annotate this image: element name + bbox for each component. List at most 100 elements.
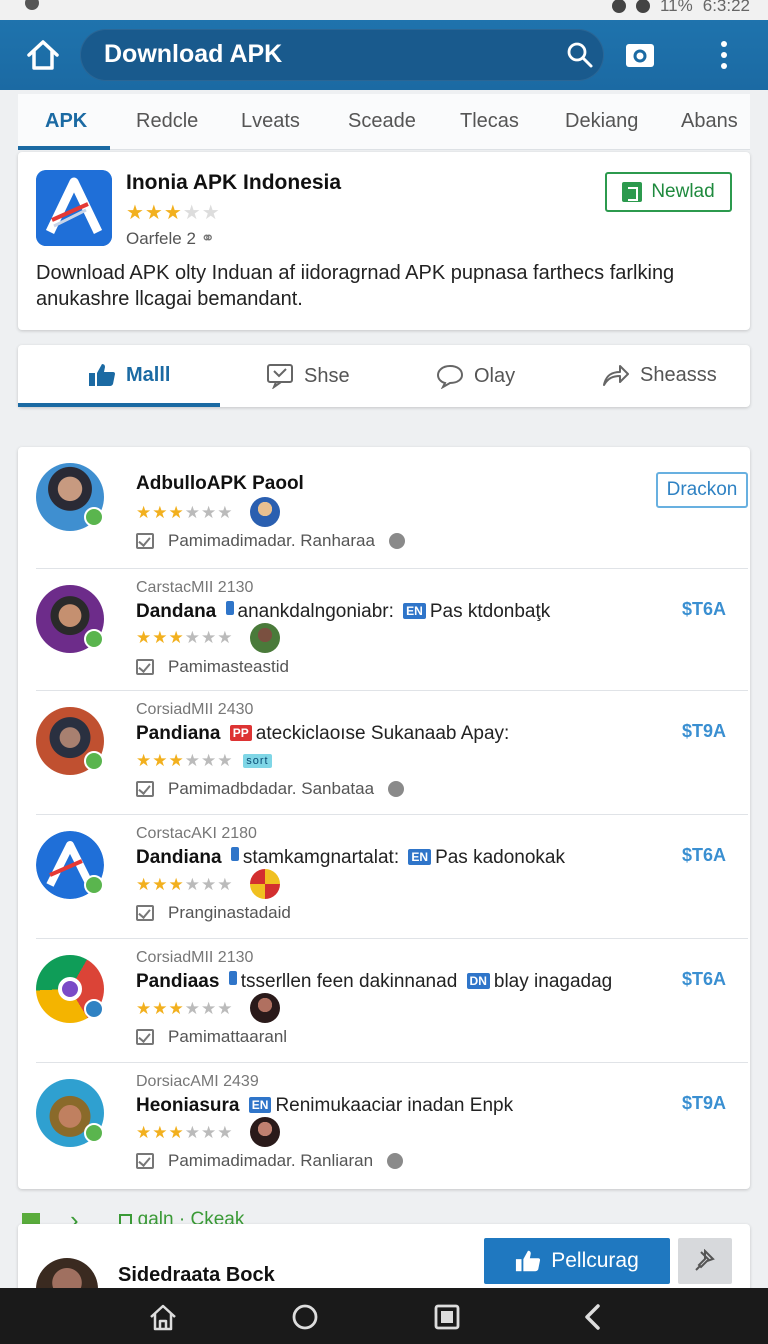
rating-stars: ★★★★★★ (136, 503, 234, 522)
rating-stars: ★★★★★★ (136, 875, 234, 894)
tab-lveats[interactable]: Lveats (241, 110, 300, 133)
recents-nav-icon[interactable] (432, 1302, 462, 1332)
list-item[interactable]: CorsiadMII 2130 Pandiaas tsserllen feen … (36, 939, 748, 1063)
app-meta: Pamimattaaranl (136, 1027, 287, 1047)
pin-button[interactable] (678, 1238, 732, 1284)
action-olay-label: Olay (474, 364, 516, 387)
app-meta: Pranginastadaid (136, 903, 291, 923)
featured-app-card[interactable]: Inonia APK Indonesia ★★★★★ Oarfele 2 ⚭ N… (18, 152, 750, 330)
clock: 6:3:22 (702, 0, 750, 15)
home-icon[interactable] (24, 36, 62, 74)
signal-icon (635, 0, 650, 13)
more-options-icon[interactable] (712, 38, 736, 72)
tab-tlecas[interactable]: Tlecas (460, 110, 519, 133)
system-nav-bar (0, 1288, 768, 1344)
app-category: CorstacAKI 2180 (136, 825, 257, 842)
action-olay[interactable]: Olay (436, 363, 515, 389)
circle-nav-icon[interactable] (290, 1302, 320, 1332)
app-title: Download APK (104, 40, 283, 68)
action-shse-label: Shse (304, 364, 350, 387)
verified-badge-icon (84, 507, 104, 527)
bottom-card-title: Sidedraata Bock (118, 1264, 275, 1286)
link-icon: ⚭ (200, 229, 215, 248)
settings-icon (387, 1153, 404, 1169)
checkbox-icon (136, 1029, 154, 1045)
mini-avatar (250, 869, 280, 899)
mini-avatar (250, 497, 280, 527)
app-meta: Pamimadimadar. Ranharaa (136, 531, 405, 551)
app-title: Dandana anankdalngoniabr: EN Pas ktdonbaţ… (136, 601, 551, 622)
app-category: CarstacMII 2130 (136, 579, 254, 596)
share-icon (603, 365, 629, 386)
action-bar: Malll Shse Olay Sheasss (18, 345, 750, 407)
tab-sceade[interactable]: Sceade (348, 110, 416, 133)
app-price: $T9A (681, 1093, 726, 1113)
comment-icon (436, 364, 464, 389)
action-malll[interactable]: Malll (88, 363, 170, 387)
app-list: AdbulloAPK Paool ★★★★★★ Pamimadimadar. R… (18, 447, 750, 1189)
verified-badge-icon (84, 875, 104, 895)
camera-icon[interactable] (624, 40, 656, 70)
thumbs-up-icon (89, 364, 115, 386)
back-nav-icon[interactable] (578, 1302, 608, 1332)
search-icon[interactable] (566, 41, 594, 69)
message-icon (267, 364, 293, 389)
active-tab-indicator (18, 146, 110, 150)
featured-app-title: Inonia APK Indonesia (126, 171, 342, 194)
app-price: $T6A (681, 845, 726, 865)
action-sheasss[interactable]: Sheasss (602, 363, 717, 387)
checkbox-icon (136, 781, 154, 797)
rating-stars: ★★★★★★ (136, 999, 234, 1018)
mini-avatar (250, 993, 280, 1023)
verified-badge-icon (84, 629, 104, 649)
app-category: DorsiacAMI 2439 (136, 1073, 259, 1090)
rating-stars: ★★★★★★ sort (136, 751, 276, 771)
app-price: $T6A (681, 969, 726, 989)
status-bar: 11% 6:3:22 (0, 0, 768, 20)
active-action-indicator (18, 403, 220, 407)
download-icon (622, 182, 643, 202)
battery-level: 11% (659, 0, 693, 15)
rating-stars: ★★★★★★ (136, 1123, 234, 1142)
tab-abans[interactable]: Abans (681, 110, 738, 133)
mini-avatar (250, 623, 280, 653)
list-item[interactable]: AdbulloAPK Paool ★★★★★★ Pamimadimadar. R… (36, 447, 748, 569)
pin-icon (695, 1249, 715, 1271)
tab-dekiang[interactable]: Dekiang (565, 110, 638, 133)
list-item[interactable]: CarstacMII 2130 Dandana anankdalngoniabr… (36, 569, 748, 691)
list-item[interactable]: CorsiadMII 2430 Pandiana PP ateckiclaoıse… (36, 691, 748, 815)
settings-icon (388, 533, 405, 549)
action-shse[interactable]: Shse (266, 363, 350, 389)
chrome-icon-center (58, 977, 82, 1001)
settings-icon (388, 781, 405, 797)
tab-apk[interactable]: APK (45, 110, 87, 133)
home-nav-icon[interactable] (148, 1302, 178, 1332)
list-item[interactable]: CorstacAKI 2180 Dandiana stamkamgnartala… (36, 815, 748, 939)
checkbox-icon (136, 659, 154, 675)
app-name: AdbulloAPK Paool (136, 473, 304, 494)
checkbox-icon (136, 1153, 154, 1169)
rating-stars: ★★★★★★ (136, 628, 234, 647)
verified-badge-icon (84, 751, 104, 771)
search-bar[interactable]: Download APK (80, 29, 604, 81)
notification-icon (25, 0, 39, 10)
newlad-button[interactable]: Newlad (605, 172, 732, 212)
app-title: Pandiaas tsserllen feen dakinnanad DN bla… (136, 971, 613, 992)
verified-badge-icon (84, 999, 104, 1019)
pellcurag-button[interactable]: Pellcurag (484, 1238, 670, 1284)
thumbs-up-icon (516, 1250, 541, 1272)
featured-app-meta: Oarfele 2 ⚭ (126, 229, 215, 248)
app-meta: Pamimadimadar. Ranliaran (136, 1151, 404, 1171)
featured-description: Download APK olty Induan af iidoragrnad … (36, 262, 675, 310)
app-bar: Download APK (0, 20, 768, 90)
app-category: CorsiadMII 2430 (136, 701, 254, 718)
app-title: Pandiana PP ateckiclaoıse Sukanaab Apay: (136, 723, 510, 744)
tab-redcle[interactable]: Redcle (136, 110, 198, 133)
app-category: CorsiadMII 2130 (136, 949, 254, 966)
verified-badge-icon (84, 1123, 104, 1143)
app-meta: Pamimadbdadar. Sanbataa (136, 779, 405, 799)
status-indicators: 11% 6:3:22 (611, 0, 750, 16)
category-tabs: APK Redcle Lveats Sceade Tlecas Dekiang … (18, 94, 750, 150)
list-item[interactable]: DorsiacAMI 2439 Heoniasura EN Renimukaaci… (36, 1063, 748, 1187)
drackon-button[interactable]: Drackon (656, 472, 748, 508)
